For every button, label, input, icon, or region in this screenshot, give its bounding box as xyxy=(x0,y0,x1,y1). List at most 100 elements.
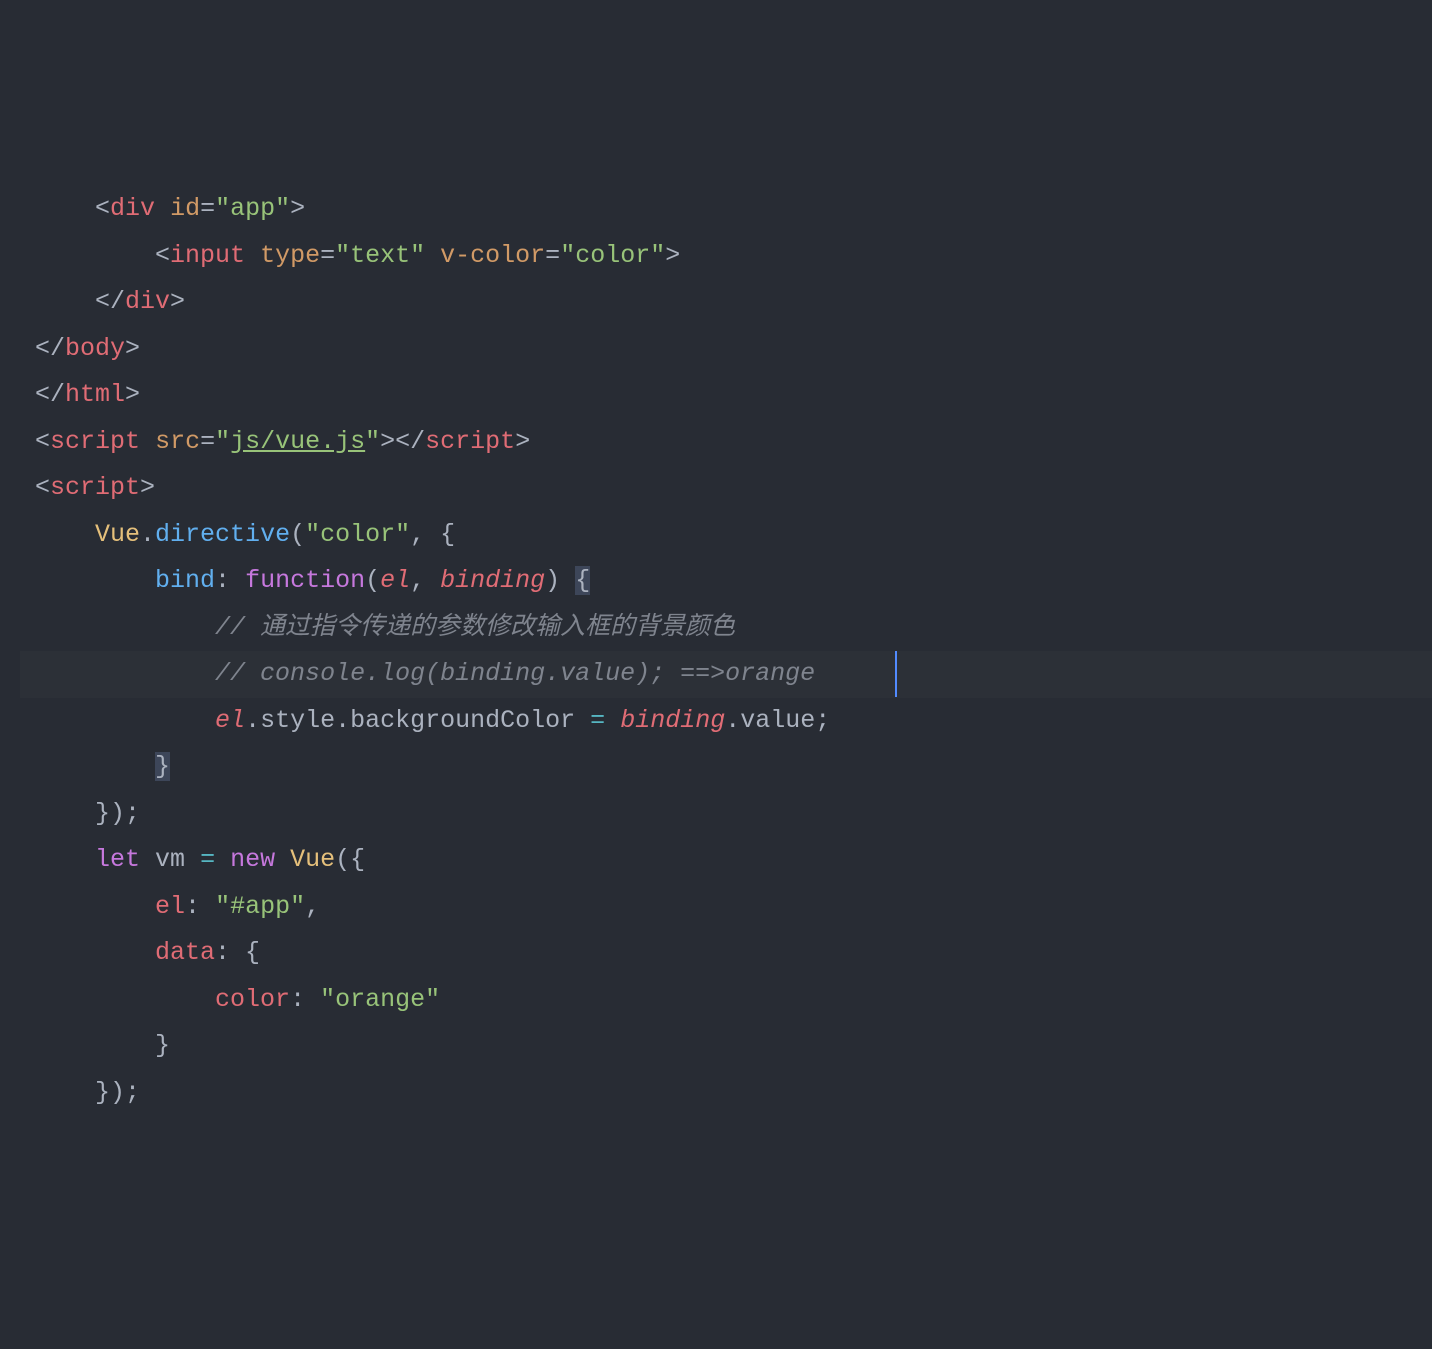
code-token: type xyxy=(260,241,320,270)
code-token: "text" xyxy=(335,241,425,270)
text-cursor xyxy=(895,651,897,697)
code-line[interactable]: Vue.directive("color", { xyxy=(20,512,1432,559)
code-token: html xyxy=(65,380,125,409)
code-line[interactable]: <script src="js/vue.js"></script> xyxy=(20,419,1432,466)
code-token: } xyxy=(155,752,170,781)
code-token: binding xyxy=(440,566,545,595)
code-token: el xyxy=(215,706,245,735)
code-token: > xyxy=(140,473,155,502)
code-token: ></ xyxy=(380,427,425,456)
code-token xyxy=(140,845,155,874)
code-token: < xyxy=(35,427,50,456)
code-token: // 通过指令传递的参数修改输入框的背景颜色 xyxy=(215,613,735,642)
code-token: : xyxy=(185,892,215,921)
code-token: , { xyxy=(410,520,455,549)
code-token: el xyxy=(155,892,185,921)
code-token: js/vue.js xyxy=(230,427,365,456)
code-token: . xyxy=(140,520,155,549)
code-token: = xyxy=(320,241,335,270)
code-line[interactable]: </body> xyxy=(20,326,1432,373)
code-token: backgroundColor xyxy=(350,706,575,735)
code-line[interactable]: // console.log(binding.value); ==>orange xyxy=(20,651,1432,698)
code-token: input xyxy=(170,241,245,270)
code-token: "app" xyxy=(215,194,290,223)
code-token: id xyxy=(170,194,200,223)
code-token: Vue xyxy=(95,520,140,549)
code-token: > xyxy=(170,287,185,316)
code-line[interactable]: <script> xyxy=(20,465,1432,512)
code-token: ( xyxy=(365,566,380,595)
code-token: > xyxy=(290,194,305,223)
code-line[interactable]: }); xyxy=(20,791,1432,838)
code-token: : xyxy=(215,566,245,595)
code-token: </ xyxy=(95,287,125,316)
code-token: "orange" xyxy=(320,985,440,1014)
code-token xyxy=(140,427,155,456)
code-line[interactable]: el: "#app", xyxy=(20,884,1432,931)
code-line[interactable]: </html> xyxy=(20,372,1432,419)
code-token: ({ xyxy=(335,845,365,874)
code-line[interactable]: // 通过指令传递的参数修改输入框的背景颜色 xyxy=(20,605,1432,652)
code-token: < xyxy=(155,241,170,270)
code-token xyxy=(155,194,170,223)
code-token: < xyxy=(95,194,110,223)
code-token: " xyxy=(365,427,380,456)
code-token: = xyxy=(590,706,605,735)
code-token: body xyxy=(65,334,125,363)
code-line[interactable]: el.style.backgroundColor = binding.value… xyxy=(20,698,1432,745)
code-token: div xyxy=(125,287,170,316)
code-token: = xyxy=(200,845,215,874)
code-token: , xyxy=(410,566,440,595)
code-token: let xyxy=(95,845,140,874)
code-token: // console.log(binding.value); ==> xyxy=(215,659,725,688)
code-line[interactable]: bind: function(el, binding) { xyxy=(20,558,1432,605)
code-token: "color" xyxy=(305,520,410,549)
code-token: . xyxy=(245,706,260,735)
code-token: , xyxy=(305,892,320,921)
code-token: ( xyxy=(290,520,305,549)
code-token: }); xyxy=(95,799,140,828)
code-line[interactable]: </div> xyxy=(20,279,1432,326)
code-line[interactable]: <input type="text" v-color="color"> xyxy=(20,233,1432,280)
code-token: = xyxy=(200,427,215,456)
code-token xyxy=(575,706,590,735)
code-token: " xyxy=(215,427,230,456)
code-token: { xyxy=(575,566,590,595)
code-line[interactable]: color: "orange" xyxy=(20,977,1432,1024)
code-token: </ xyxy=(35,380,65,409)
code-token: > xyxy=(665,241,680,270)
code-token: } xyxy=(155,1031,170,1060)
code-line[interactable]: let vm = new Vue({ xyxy=(20,837,1432,884)
code-token: Vue xyxy=(290,845,335,874)
code-token xyxy=(605,706,620,735)
code-token: binding xyxy=(620,706,725,735)
code-token: div xyxy=(110,194,155,223)
code-token xyxy=(245,241,260,270)
code-token xyxy=(425,241,440,270)
code-token: src xyxy=(155,427,200,456)
code-token: value xyxy=(740,706,815,735)
code-token: }); xyxy=(95,1078,140,1107)
code-token: </ xyxy=(35,334,65,363)
code-line[interactable]: } xyxy=(20,1023,1432,1070)
code-token: > xyxy=(515,427,530,456)
code-token: style xyxy=(260,706,335,735)
code-token: directive xyxy=(155,520,290,549)
code-token: "color" xyxy=(560,241,665,270)
code-token: color xyxy=(215,985,290,1014)
code-line[interactable]: data: { xyxy=(20,930,1432,977)
code-editor[interactable]: <div id="app"> <input type="text" v-colo… xyxy=(0,186,1432,1116)
code-token xyxy=(215,845,230,874)
code-token: . xyxy=(335,706,350,735)
code-token: script xyxy=(50,473,140,502)
code-token: ) xyxy=(545,566,560,595)
code-token: "#app" xyxy=(215,892,305,921)
code-line[interactable]: }); xyxy=(20,1070,1432,1117)
code-line[interactable]: } xyxy=(20,744,1432,791)
code-token: : xyxy=(290,985,320,1014)
code-token: script xyxy=(50,427,140,456)
code-token: vm xyxy=(155,845,185,874)
code-token: < xyxy=(35,473,50,502)
code-token: > xyxy=(125,380,140,409)
code-line[interactable]: <div id="app"> xyxy=(20,186,1432,233)
